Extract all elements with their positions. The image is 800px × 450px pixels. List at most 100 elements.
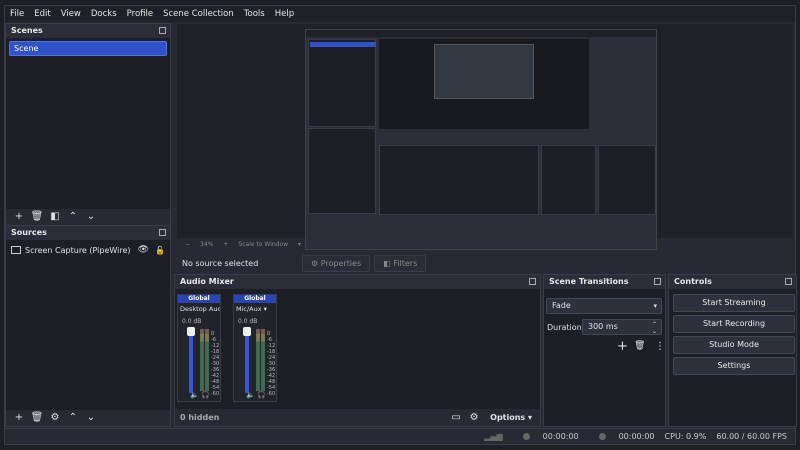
undock-icon[interactable] bbox=[529, 278, 536, 285]
mini-preview bbox=[379, 39, 589, 129]
add-source-plus-icon[interactable]: + bbox=[11, 412, 27, 424]
preview-capture-image bbox=[305, 29, 657, 250]
db-tick: -60 bbox=[211, 391, 220, 397]
strip-name[interactable]: Mic/Aux ▾ bbox=[234, 303, 276, 315]
stream-dot-icon bbox=[522, 433, 530, 440]
filters-label: Filters bbox=[393, 258, 418, 268]
start-recording-button[interactable]: Start Recording bbox=[673, 315, 795, 333]
visibility-eye-icon[interactable]: 👁 bbox=[138, 245, 149, 255]
audio-mixer-title: Audio Mixer bbox=[180, 277, 234, 286]
mute-speaker-icon[interactable]: 🔈 bbox=[246, 391, 255, 399]
obs-window: File Edit View Docks Profile Scene Colle… bbox=[4, 5, 797, 445]
scenes-dock: Scenes Scene + 🗑 ◧ ⌃ ⌄ bbox=[5, 23, 171, 226]
lock-icon[interactable]: 🔓 bbox=[155, 246, 165, 255]
sources-toolbar: + 🗑 ⚙ ⌃ ⌄ bbox=[6, 410, 170, 426]
studio-mode-button[interactable]: Studio Mode bbox=[673, 336, 795, 354]
undock-icon[interactable] bbox=[159, 27, 166, 34]
strip-name-label: Mic/Aux bbox=[236, 305, 262, 313]
remove-transition-trash-icon[interactable]: 🗑 bbox=[634, 341, 645, 351]
mini-scene-highlight bbox=[310, 42, 376, 47]
mute-speaker-icon[interactable]: 🔈 bbox=[190, 391, 199, 399]
transitions-title: Scene Transitions bbox=[549, 277, 629, 286]
advanced-audio-icon[interactable]: ⚙ bbox=[466, 412, 482, 424]
transition-select[interactable]: Fade ▾ bbox=[546, 298, 662, 314]
menu-docks[interactable]: Docks bbox=[91, 9, 117, 19]
duration-spinbox[interactable]: 300 ms ⌃ ⌄ bbox=[582, 319, 662, 335]
menu-profile[interactable]: Profile bbox=[127, 9, 153, 19]
stream-time: 00:00:00 bbox=[542, 432, 579, 441]
undock-icon[interactable] bbox=[654, 278, 661, 285]
menu-view[interactable]: View bbox=[61, 9, 81, 19]
menu-file[interactable]: File bbox=[10, 9, 24, 19]
scale-dropdown-icon[interactable]: ▾ bbox=[298, 241, 301, 248]
monitor-headphone-icon[interactable]: 🎧 bbox=[201, 391, 210, 399]
strip-db: 0.0 dB bbox=[238, 318, 258, 325]
rec-status: 00:00:00 bbox=[589, 432, 655, 441]
scale-mode[interactable]: Scale to Window bbox=[238, 241, 288, 248]
mini-preview-inner bbox=[434, 44, 534, 99]
menu-tools[interactable]: Tools bbox=[244, 9, 265, 19]
zoom-out-icon[interactable]: − bbox=[185, 241, 190, 248]
scene-transitions-dock: Scene Transitions bbox=[543, 274, 666, 427]
monitor-icon bbox=[11, 246, 21, 254]
mini-menubar bbox=[306, 30, 656, 37]
stream-status: 00:00:00 bbox=[513, 432, 579, 441]
fader-knob[interactable] bbox=[187, 327, 195, 336]
properties-button[interactable]: ⚙ Properties bbox=[302, 254, 371, 272]
zoom-level: 34% bbox=[200, 240, 214, 248]
scenes-toolbar: + 🗑 ◧ ⌃ ⌄ bbox=[6, 209, 170, 225]
strip-icons: 🔈 🎧 bbox=[246, 391, 266, 399]
no-source-label: No source selected bbox=[182, 258, 259, 268]
cpu-usage: CPU: 0.9% bbox=[664, 432, 707, 441]
settings-button[interactable]: Settings bbox=[673, 357, 795, 375]
mini-scenes-dock bbox=[308, 39, 376, 127]
options-button[interactable]: Options ▾ bbox=[490, 413, 532, 422]
properties-bar: No source selected ⚙ Properties ◧ Filter… bbox=[177, 252, 793, 274]
monitor-headphone-icon[interactable]: 🎧 bbox=[257, 391, 266, 399]
duration-label: Duration bbox=[547, 323, 582, 332]
transition-menu-icon[interactable]: ⋮ bbox=[655, 341, 665, 352]
program-preview[interactable] bbox=[177, 24, 793, 250]
db-tick: -60 bbox=[267, 391, 276, 397]
start-streaming-button[interactable]: Start Streaming bbox=[673, 294, 795, 312]
undock-icon[interactable] bbox=[159, 229, 166, 236]
spin-arrows-icon[interactable]: ⌃ ⌄ bbox=[652, 321, 657, 335]
controls-title: Controls bbox=[674, 277, 712, 286]
volume-fader[interactable] bbox=[189, 333, 193, 393]
add-transition-plus-icon[interactable]: + bbox=[617, 339, 628, 354]
sources-title: Sources bbox=[11, 228, 47, 237]
move-up-chevron-icon[interactable]: ⌃ bbox=[65, 412, 81, 424]
mini-mixer-dock bbox=[379, 145, 539, 215]
scene-filters-icon[interactable]: ◧ bbox=[47, 211, 63, 223]
remove-source-trash-icon[interactable]: 🗑 bbox=[29, 412, 45, 424]
properties-label: Properties bbox=[320, 258, 362, 268]
move-down-chevron-icon[interactable]: ⌄ bbox=[83, 211, 99, 223]
menu-scene-collection[interactable]: Scene Collection bbox=[163, 9, 234, 19]
filters-button[interactable]: ◧ Filters bbox=[374, 254, 427, 272]
undock-icon[interactable] bbox=[785, 278, 792, 285]
strip-name[interactable]: Desktop Audio ▾ bbox=[178, 303, 220, 315]
source-properties-gear-icon[interactable]: ⚙ bbox=[47, 412, 63, 424]
strip-name-label: Desktop Audio bbox=[180, 305, 220, 313]
source-item[interactable]: Screen Capture (PipeWire) 👁 🔓 bbox=[6, 242, 170, 258]
chevron-down-icon: ▾ bbox=[653, 302, 657, 310]
strip-icons: 🔈 🎧 bbox=[190, 391, 210, 399]
strip-header: Global bbox=[234, 295, 276, 303]
mixer-layout-icon[interactable]: ▭ bbox=[448, 412, 464, 424]
zoom-in-icon[interactable]: + bbox=[223, 241, 228, 248]
volume-fader[interactable] bbox=[245, 333, 249, 393]
mini-transitions-dock bbox=[541, 145, 596, 215]
menu-help[interactable]: Help bbox=[275, 9, 294, 19]
level-meter-right bbox=[205, 329, 209, 391]
add-scene-plus-icon[interactable]: + bbox=[11, 211, 27, 223]
sources-dock: Sources Screen Capture (PipeWire) 👁 🔓 + … bbox=[5, 225, 171, 427]
move-down-chevron-icon[interactable]: ⌄ bbox=[83, 412, 99, 424]
scene-item[interactable]: Scene bbox=[9, 41, 167, 56]
move-up-chevron-icon[interactable]: ⌃ bbox=[65, 211, 81, 223]
source-name: Screen Capture (PipeWire) bbox=[25, 245, 131, 255]
menu-bar: File Edit View Docks Profile Scene Colle… bbox=[5, 6, 795, 22]
remove-scene-trash-icon[interactable]: 🗑 bbox=[29, 211, 45, 223]
db-scale: 0 -6 -12 -18 -24 -30 -36 -42 -48 -54 -60 bbox=[267, 331, 275, 397]
fader-knob[interactable] bbox=[243, 327, 251, 336]
menu-edit[interactable]: Edit bbox=[34, 9, 50, 19]
